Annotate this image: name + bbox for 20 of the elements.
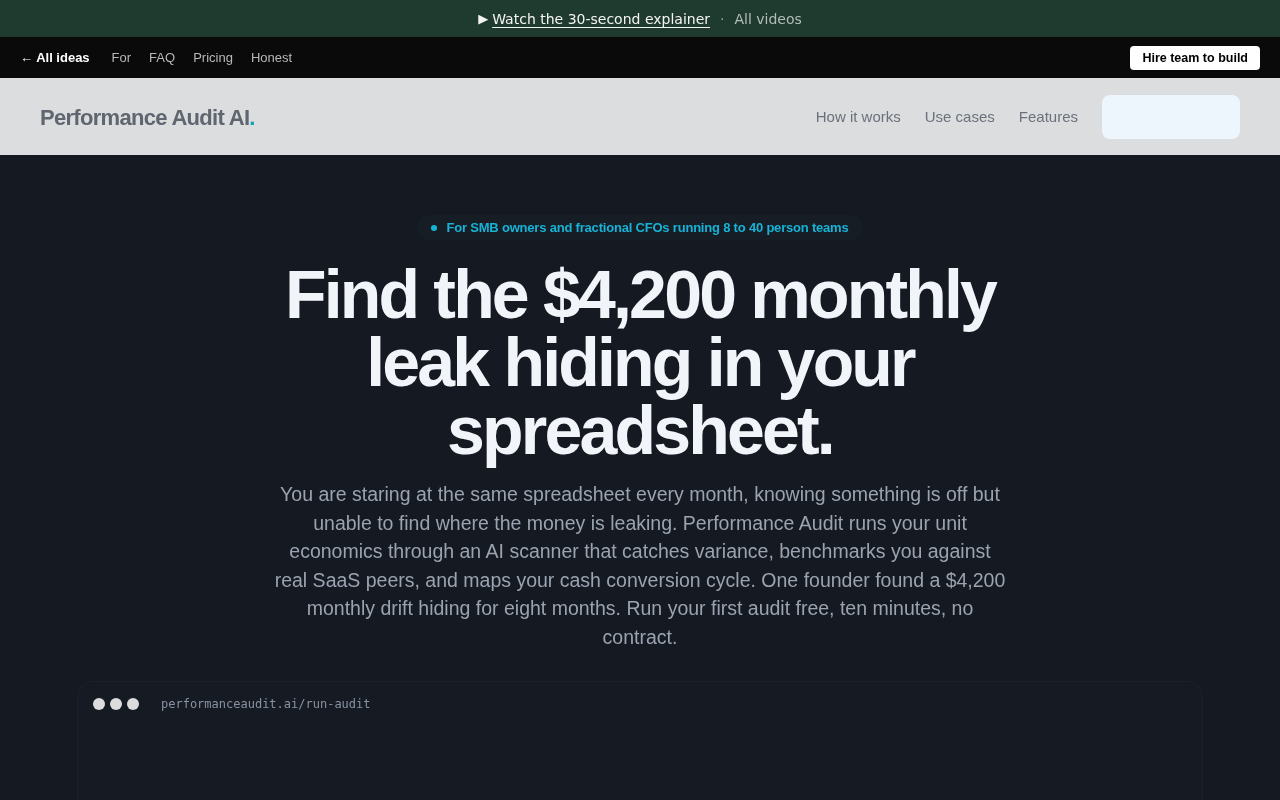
nav-link[interactable]: Use cases: [924, 108, 995, 125]
play-icon: ▶: [478, 11, 489, 26]
back-link[interactable]: ← All ideas: [20, 50, 90, 65]
cta-button[interactable]: [1102, 94, 1240, 139]
badge-text: For SMB owners and fractional CFOs running 8 to 40 person teams: [446, 220, 849, 235]
all-videos-link[interactable]: All videos: [734, 10, 802, 27]
separator-dot: ·: [720, 10, 725, 27]
nav-link[interactable]: FAQ: [149, 50, 176, 65]
nav-link[interactable]: Features: [1018, 108, 1078, 125]
window-controls-icon: [93, 698, 139, 710]
url-text: performanceaudit.ai/run-audit: [161, 697, 371, 711]
logo[interactable]: Performance Audit AI.: [40, 102, 255, 131]
explainer-link[interactable]: Watch the 30-second explainer: [492, 10, 711, 27]
nav-link[interactable]: How it works: [815, 108, 901, 125]
nav-link[interactable]: Pricing: [193, 50, 233, 65]
dot-icon: [431, 224, 438, 231]
hero-description: You are staring at the same spreadsheet every month, knowing something is off but unable to find where the money is leaking. Performance Audit runs your unit economics through an AI scanner that catches variance, benchmarks you against real SaaS peers, and maps your cash conversion cycle. One founder found a $4,200 monthly drift hiding for eight months. Run your first audit free, ten minutes, no contract.: [273, 482, 1007, 650]
nav-link[interactable]: For: [111, 50, 132, 65]
hire-button[interactable]: Hire team to build: [1130, 45, 1260, 70]
nav-link[interactable]: Honest: [250, 50, 293, 65]
